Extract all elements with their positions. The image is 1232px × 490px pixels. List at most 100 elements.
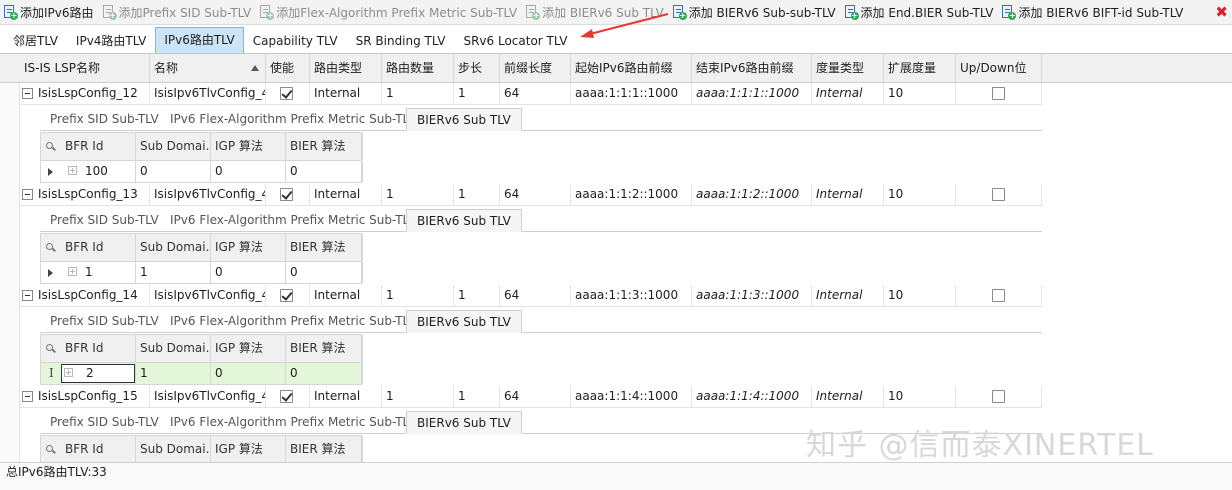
sub-column-header-sub-domain[interactable]: Sub Domai... bbox=[136, 436, 211, 462]
add-flex-algo-subtlv-button[interactable]: + 添加Flex-Algorithm Prefix Metric Sub-TLV bbox=[256, 1, 522, 23]
cell-start-prefix[interactable]: aaaa:1:1:3::1000 bbox=[571, 285, 692, 307]
enable-checkbox[interactable] bbox=[280, 87, 293, 100]
table-row[interactable]: IsisLspConfig_14 IsisIpv6TlvConfig_47 Inte… bbox=[20, 285, 1042, 307]
tab-bierv6-subtlv[interactable]: BIERv6 Sub TLV bbox=[406, 411, 522, 434]
cell-start-prefix[interactable]: aaaa:1:1:1::1000 bbox=[571, 83, 692, 105]
updown-checkbox[interactable] bbox=[992, 289, 1005, 302]
column-header-enable[interactable]: 使能 bbox=[266, 54, 310, 82]
add-bierv6-subsubtlv-button[interactable]: + 添加 BIERv6 Sub-sub-TLV bbox=[669, 1, 841, 23]
collapse-icon[interactable] bbox=[22, 189, 33, 200]
add-end-bier-subtlv-button[interactable]: + 添加 End.BIER Sub-TLV bbox=[841, 1, 999, 23]
sub-cell-sub-domain[interactable]: 1 bbox=[136, 262, 211, 283]
cell-lsp-name[interactable]: IsisLspConfig_14 bbox=[20, 285, 150, 307]
cell-end-prefix[interactable]: aaaa:1:1:2::1000 bbox=[692, 184, 812, 206]
tab-bierv6-subtlv[interactable]: BIERv6 Sub TLV bbox=[406, 108, 522, 131]
cell-prefix-length[interactable]: 64 bbox=[500, 285, 571, 307]
add-bierv6-bift-id-subtlv-button[interactable]: + 添加 BIERv6 BIFT-id Sub-TLV bbox=[998, 1, 1188, 23]
cell-start-prefix[interactable]: aaaa:1:1:4::1000 bbox=[571, 386, 692, 408]
sub-column-header-sub-domain[interactable]: Sub Domai... bbox=[136, 234, 211, 261]
column-header-route-count[interactable]: 路由数量 bbox=[382, 54, 454, 82]
column-header-start-prefix[interactable]: 起始IPv6路由前缀 bbox=[571, 54, 692, 82]
cell-lsp-name[interactable]: IsisLspConfig_13 bbox=[20, 184, 150, 206]
enable-checkbox[interactable] bbox=[280, 188, 293, 201]
sub-cell-bfr-id[interactable]: 100 bbox=[61, 161, 136, 182]
tab-capability[interactable]: Capability TLV bbox=[244, 29, 347, 53]
sub-column-header-igp-algo[interactable]: IGP 算法 bbox=[211, 133, 286, 160]
tab-prefix-sid-subtlv[interactable]: Prefix SID Sub-TLV bbox=[40, 108, 169, 131]
collapse-icon[interactable] bbox=[22, 88, 33, 99]
enable-checkbox[interactable] bbox=[280, 390, 293, 403]
expand-icon[interactable] bbox=[64, 368, 73, 377]
tab-flex-algo-subtlv[interactable]: IPv6 Flex-Algorithm Prefix Metric Sub-TL… bbox=[160, 108, 426, 131]
sub-column-header-igp-algo[interactable]: IGP 算法 bbox=[211, 436, 286, 462]
cell-prefix-length[interactable]: 64 bbox=[500, 184, 571, 206]
cell-route-type[interactable]: Internal bbox=[310, 285, 382, 307]
sub-column-header-bier-algo[interactable]: BIER 算法 bbox=[286, 335, 363, 362]
cell-route-count[interactable]: 1 bbox=[382, 83, 454, 105]
tab-bierv6-subtlv[interactable]: BIERv6 Sub TLV bbox=[406, 209, 522, 232]
cell-updown-bit[interactable] bbox=[956, 386, 1042, 408]
sub-cell-bier-algo[interactable]: 0 bbox=[286, 363, 363, 384]
sub-cell-igp-algo[interactable]: 0 bbox=[211, 262, 286, 283]
cell-route-count[interactable]: 1 bbox=[382, 285, 454, 307]
cell-enable[interactable] bbox=[266, 83, 310, 105]
cell-name[interactable]: IsisIpv6TlvConfig_47 bbox=[150, 285, 266, 307]
cell-end-prefix[interactable]: aaaa:1:1:1::1000 bbox=[692, 83, 812, 105]
tab-flex-algo-subtlv[interactable]: IPv6 Flex-Algorithm Prefix Metric Sub-TL… bbox=[160, 310, 426, 333]
column-header-lsp-name[interactable]: IS-IS LSP名称 bbox=[20, 54, 150, 82]
tab-prefix-sid-subtlv[interactable]: Prefix SID Sub-TLV bbox=[40, 209, 169, 232]
cell-lsp-name[interactable]: IsisLspConfig_12 bbox=[20, 83, 150, 105]
tab-neighbor[interactable]: 邻居TLV bbox=[4, 29, 67, 53]
table-row[interactable]: IsisLspConfig_12 IsisIpv6TlvConfig_45 Inte… bbox=[20, 83, 1042, 105]
column-header-metric-type[interactable]: 度量类型 bbox=[812, 54, 884, 82]
cell-route-count[interactable]: 1 bbox=[382, 386, 454, 408]
sub-column-header-sub-domain[interactable]: Sub Domai... bbox=[136, 335, 211, 362]
tab-flex-algo-subtlv[interactable]: IPv6 Flex-Algorithm Prefix Metric Sub-TL… bbox=[160, 411, 426, 434]
expand-icon[interactable] bbox=[68, 267, 77, 276]
sub-column-header-sub-domain[interactable]: Sub Domai... bbox=[136, 133, 211, 160]
cell-metric-type[interactable]: Internal bbox=[812, 83, 884, 105]
cell-route-type[interactable]: Internal bbox=[310, 386, 382, 408]
sub-cell-sub-domain[interactable]: 1 bbox=[136, 363, 211, 384]
sub-column-header-bfr-id[interactable]: BFR Id bbox=[61, 335, 136, 362]
add-ipv6-route-button[interactable]: + 添加IPv6路由 bbox=[0, 1, 99, 23]
sub-column-header-bfr-id[interactable]: BFR Id bbox=[61, 436, 136, 462]
sub-column-header-bfr-id[interactable]: BFR Id bbox=[61, 234, 136, 261]
sub-cell-sub-domain[interactable]: 0 bbox=[136, 161, 211, 182]
cell-name[interactable]: IsisIpv6TlvConfig_46 bbox=[150, 184, 266, 206]
sub-cell-bfr-id[interactable]: 1 bbox=[61, 262, 136, 283]
cell-updown-bit[interactable] bbox=[956, 83, 1042, 105]
sub-column-header-igp-algo[interactable]: IGP 算法 bbox=[211, 234, 286, 261]
cell-enable[interactable] bbox=[266, 184, 310, 206]
cell-updown-bit[interactable] bbox=[956, 285, 1042, 307]
cell-end-prefix[interactable]: aaaa:1:1:3::1000 bbox=[692, 285, 812, 307]
column-header-step[interactable]: 步长 bbox=[454, 54, 500, 82]
updown-checkbox[interactable] bbox=[992, 390, 1005, 403]
cell-enable[interactable] bbox=[266, 386, 310, 408]
column-header-name[interactable]: 名称 bbox=[150, 54, 266, 82]
cell-lsp-name[interactable]: IsisLspConfig_15 bbox=[20, 386, 150, 408]
cell-route-type[interactable]: Internal bbox=[310, 184, 382, 206]
search-icon[interactable] bbox=[46, 243, 53, 250]
tab-srv6-locator[interactable]: SRv6 Locator TLV bbox=[454, 29, 576, 53]
sub-column-header-bier-algo[interactable]: BIER 算法 bbox=[286, 436, 363, 462]
tab-bierv6-subtlv[interactable]: BIERv6 Sub TLV bbox=[406, 310, 522, 333]
sub-column-header-bier-algo[interactable]: BIER 算法 bbox=[286, 133, 363, 160]
enable-checkbox[interactable] bbox=[280, 289, 293, 302]
sub-table-row[interactable]: 1 1 0 0 bbox=[40, 262, 363, 284]
add-prefix-sid-subtlv-button[interactable]: + 添加Prefix SID Sub-TLV bbox=[99, 1, 257, 23]
collapse-icon[interactable] bbox=[22, 290, 33, 301]
table-row[interactable]: IsisLspConfig_15 IsisIpv6TlvConfig_48 Inte… bbox=[20, 386, 1042, 408]
cell-end-prefix[interactable]: aaaa:1:1:4::1000 bbox=[692, 386, 812, 408]
column-header-updown-bit[interactable]: Up/Down位 bbox=[956, 54, 1042, 82]
sub-column-header-bfr-id[interactable]: BFR Id bbox=[61, 133, 136, 160]
table-row[interactable]: IsisLspConfig_13 IsisIpv6TlvConfig_46 Inte… bbox=[20, 184, 1042, 206]
sub-cell-bfr-id[interactable]: 2 bbox=[41, 363, 136, 384]
cell-name[interactable]: IsisIpv6TlvConfig_45 bbox=[150, 83, 266, 105]
cell-metric-type[interactable]: Internal bbox=[812, 386, 884, 408]
sub-cell-igp-algo[interactable]: 0 bbox=[211, 161, 286, 182]
sub-column-header-bier-algo[interactable]: BIER 算法 bbox=[286, 234, 363, 261]
cell-route-type[interactable]: Internal bbox=[310, 83, 382, 105]
sub-table-row[interactable]: I2100 bbox=[40, 363, 363, 385]
cell-prefix-length[interactable]: 64 bbox=[500, 83, 571, 105]
